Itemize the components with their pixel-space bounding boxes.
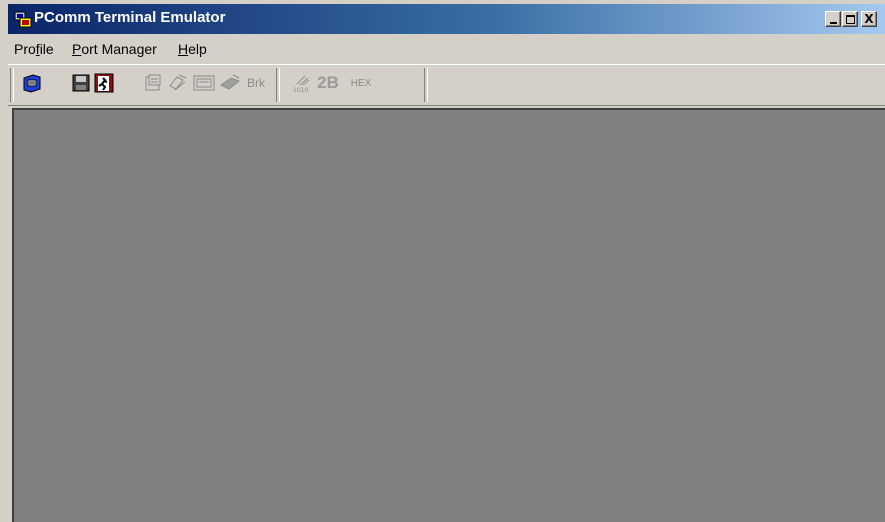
send-button[interactable] <box>218 71 242 95</box>
toolbar-grip[interactable] <box>10 68 14 102</box>
open-profile-button[interactable] <box>20 71 44 95</box>
app-window: PComm Terminal Emulator X Profile Port M… <box>0 0 885 522</box>
title-bar[interactable]: PComm Terminal Emulator X <box>8 4 885 34</box>
send-icon <box>220 74 240 90</box>
break-icon: Brk <box>247 76 265 90</box>
app-icon[interactable] <box>14 10 32 28</box>
exit-button[interactable] <box>92 71 116 95</box>
save-icon <box>72 74 90 92</box>
minimize-button[interactable] <box>825 11 841 27</box>
properties-icon <box>145 74 161 91</box>
terminal-icon <box>193 75 215 91</box>
properties-button[interactable] <box>141 71 165 95</box>
maximize-button[interactable] <box>842 11 858 27</box>
transfer-button[interactable] <box>166 71 190 95</box>
open-profile-icon <box>23 74 41 93</box>
transfer-icon <box>169 74 187 91</box>
two-byte-button[interactable]: 2B <box>313 71 343 95</box>
exit-icon <box>94 73 114 93</box>
terminal-button[interactable] <box>192 71 216 95</box>
minimize-icon <box>830 22 837 24</box>
save-button[interactable] <box>69 71 93 95</box>
hex-button[interactable]: HEX <box>346 71 376 95</box>
two-byte-icon: 2B <box>317 73 339 92</box>
maximize-icon <box>846 15 855 24</box>
window-title: PComm Terminal Emulator <box>34 9 226 26</box>
terminal-client-area[interactable] <box>12 108 885 522</box>
menu-bar: Profile Port Manager Help <box>8 36 885 62</box>
toolbar-end-separator <box>424 68 428 102</box>
close-icon: X <box>864 12 874 26</box>
hex-icon: HEX <box>350 77 372 89</box>
binary-button[interactable]: 1010 <box>290 71 314 95</box>
svg-text:1010: 1010 <box>293 87 308 94</box>
menu-help[interactable]: Help <box>178 41 207 57</box>
toolbar: Brk 1010 2B HEX <box>8 64 885 106</box>
close-button[interactable]: X <box>861 11 877 27</box>
menu-profile[interactable]: Profile <box>14 41 54 57</box>
break-button[interactable]: Brk <box>243 71 269 95</box>
toolbar-separator <box>276 68 280 102</box>
menu-port-manager[interactable]: Port Manager <box>72 41 157 57</box>
binary-icon: 1010 <box>293 75 310 94</box>
